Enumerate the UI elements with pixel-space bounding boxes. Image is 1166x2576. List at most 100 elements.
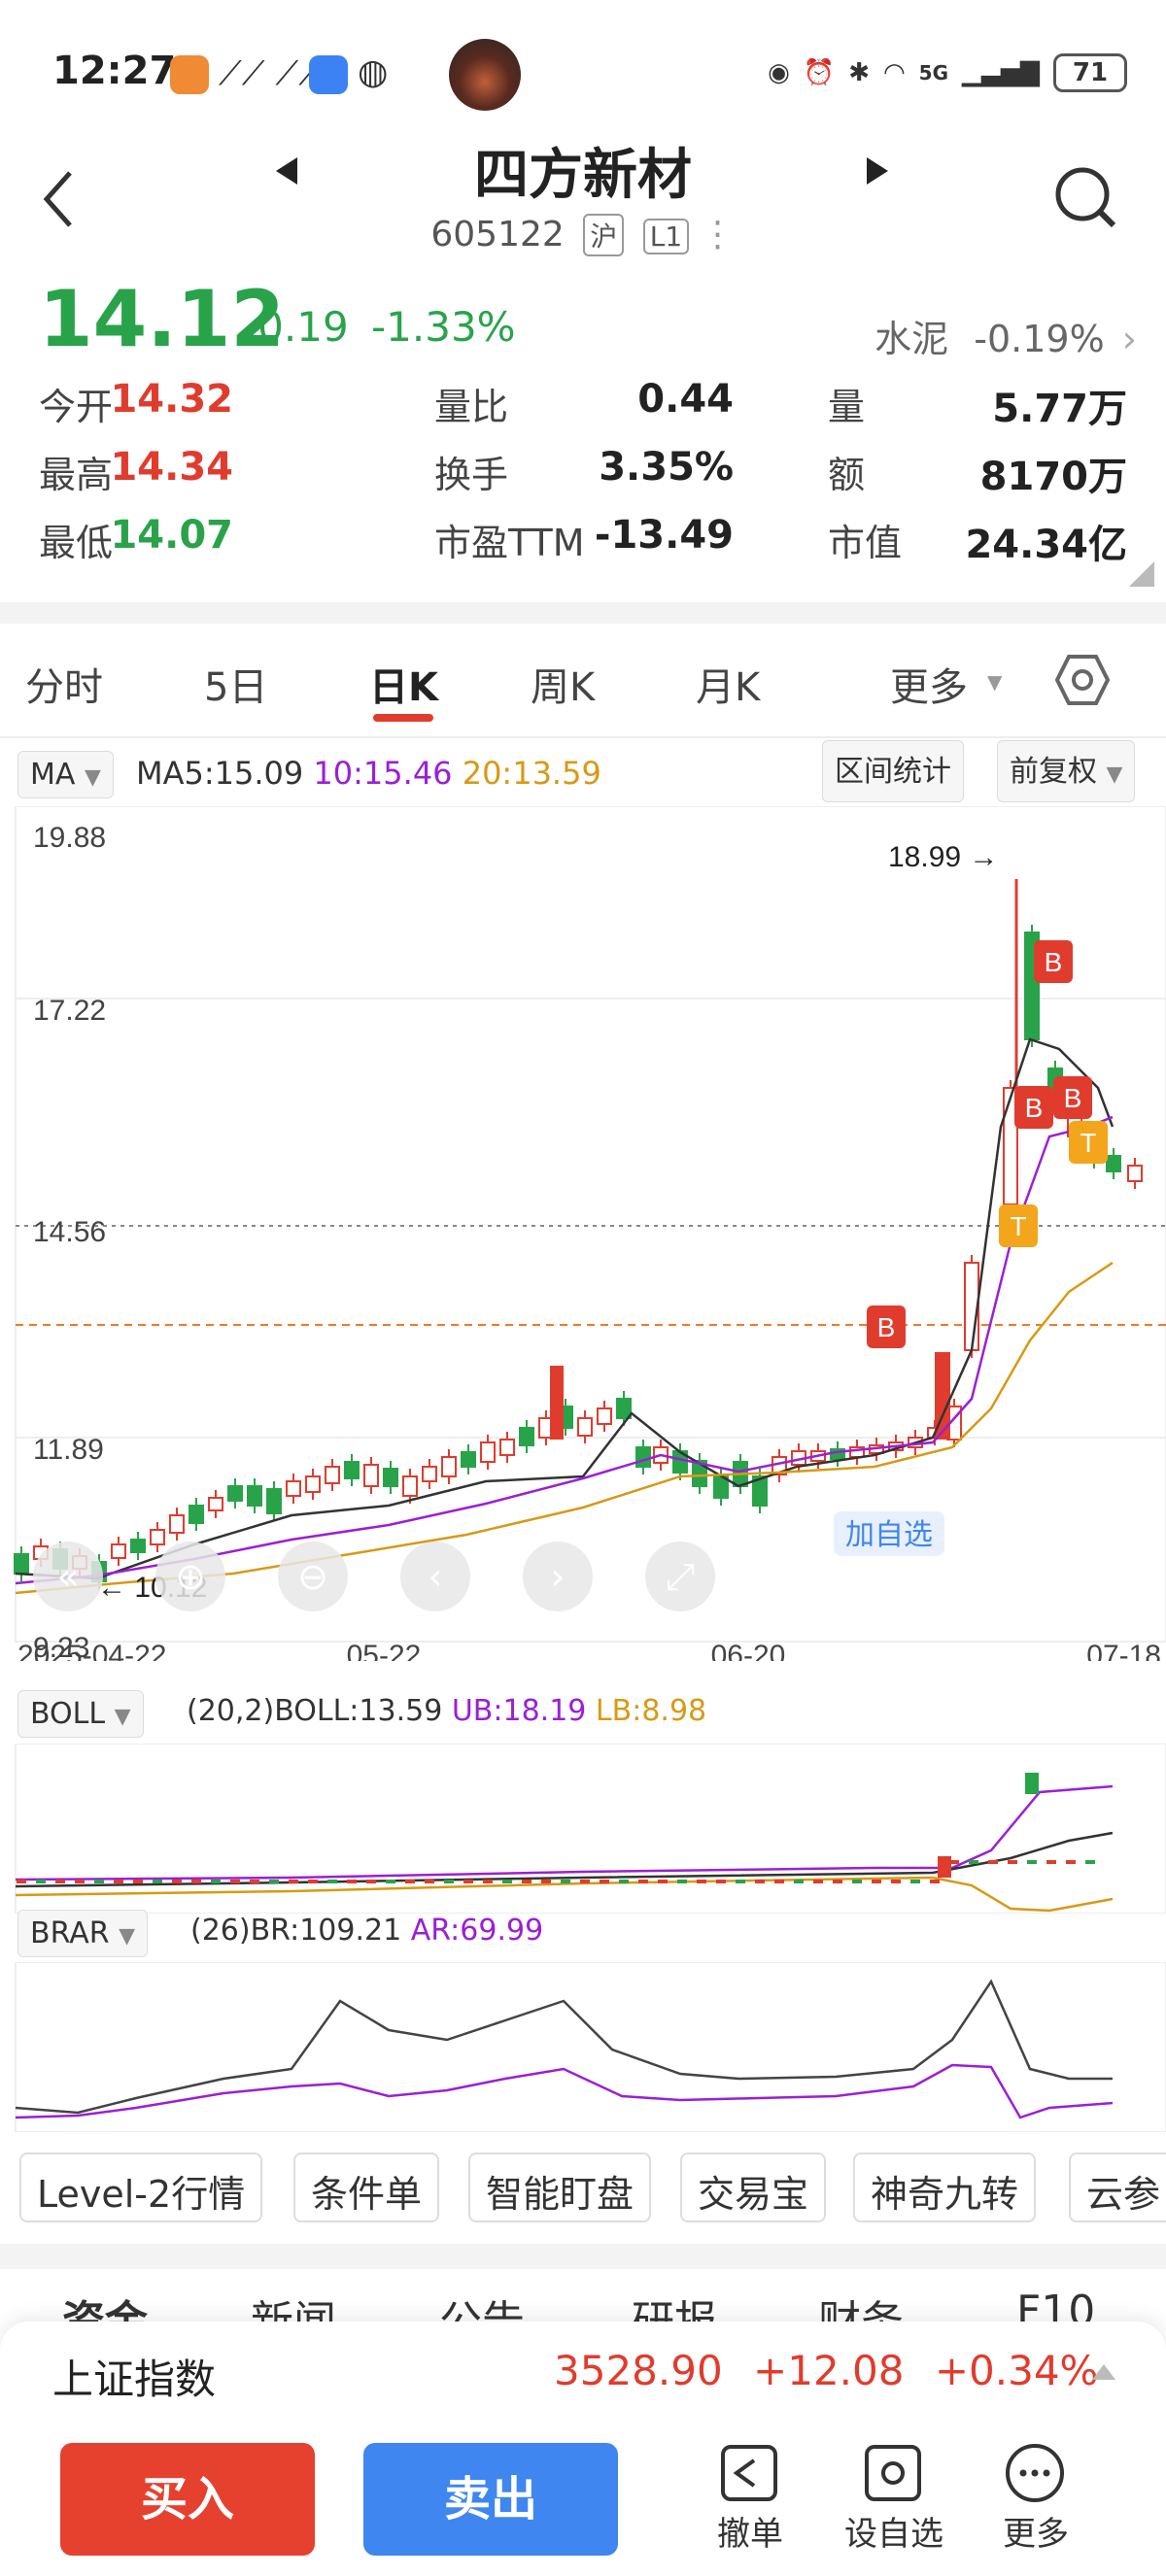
divider [0, 736, 1166, 738]
app-notification-icon [170, 55, 209, 94]
tool-chip[interactable]: 智能盯盘 [468, 2152, 652, 2222]
tab-period[interactable]: 日K [369, 656, 438, 712]
boll-candle [114, 1880, 123, 1883]
candle-body [422, 1466, 437, 1482]
candle-body [519, 1427, 534, 1446]
candle-body [247, 1485, 262, 1507]
boll-candle [872, 1880, 881, 1883]
y-tick-label: 11.89 [33, 1434, 104, 1466]
tool-chip[interactable]: 条件单 [293, 2152, 440, 2222]
candle-body [266, 1488, 282, 1514]
price-change-pct: -1.33% [371, 303, 516, 351]
candle-body [111, 1543, 126, 1559]
tab-period[interactable]: 分时 [25, 656, 103, 712]
stock-code-row: 605122 沪 L1 ⋮ [0, 214, 1166, 256]
wifi-icon: ◠ [882, 58, 906, 87]
sell-button[interactable]: 卖出 [363, 2443, 618, 2556]
candle-body [208, 1497, 223, 1511]
stock-name: 四方新材 [474, 144, 692, 207]
cancel-order-button[interactable]: 撤单 [692, 2443, 808, 2555]
candle-body [1127, 1165, 1143, 1182]
expand-corner-icon[interactable] [1129, 561, 1154, 587]
buy-button[interactable]: 买入 [60, 2443, 315, 2556]
candle-body [597, 1407, 612, 1425]
tab-period[interactable]: 月K [696, 656, 760, 712]
boll-candle [1066, 1860, 1076, 1864]
boll-candle [658, 1880, 668, 1883]
candle-body [499, 1439, 515, 1456]
link-icon: ⟋⟋ ⟋⟋ [219, 54, 323, 93]
y-tick-label: 14.56 [33, 1216, 106, 1248]
chevron-right-icon: › [1121, 318, 1137, 360]
boll-candle [755, 1880, 765, 1883]
more-dots-icon [1006, 2444, 1064, 2502]
boll-candle [1085, 1860, 1095, 1864]
ma20-value: 20:13.59 [462, 755, 601, 792]
tool-chip[interactable]: 云参 [1069, 2152, 1166, 2222]
index-name[interactable]: 上证指数 [52, 2347, 216, 2406]
boll-candle [230, 1880, 240, 1883]
tool-chip[interactable]: 神奇九转 [853, 2152, 1037, 2222]
quote-label: 量 [828, 386, 866, 428]
boll-candle [938, 1856, 951, 1878]
tool-chip[interactable]: 交易宝 [680, 2152, 827, 2222]
boll-candle [347, 1880, 357, 1883]
boll-chart[interactable] [0, 1744, 1166, 1914]
boll-candle [580, 1880, 590, 1883]
boll-candle [1046, 1860, 1056, 1864]
brar-chart[interactable] [0, 1962, 1166, 2132]
chart-control-icon: ‹ [428, 1555, 442, 1598]
divider [0, 602, 1166, 624]
kline-chart[interactable]: 19.8817.2214.5611.899.232025-04-22 05-22 0… [0, 806, 1166, 1661]
quote-label: 市盈TTM [434, 522, 585, 564]
boll-candle [327, 1880, 337, 1883]
boll-candle [17, 1880, 26, 1883]
boll-candle [910, 1880, 920, 1883]
boll-candle [191, 1880, 201, 1883]
alarm-icon: ⏰ [803, 58, 836, 87]
range-stats-button[interactable]: 区间统计 [822, 740, 964, 802]
y-tick-label: 19.88 [33, 822, 106, 854]
index-value: 3528.90 [554, 2347, 723, 2394]
adjust-select[interactable]: 前复权 ▼ [997, 740, 1136, 802]
ma-indicator-select[interactable]: MA ▼ [17, 751, 114, 798]
candle-body [363, 1464, 379, 1487]
trade-marker-label: B [1064, 1083, 1082, 1113]
brar-indicator-select[interactable]: BRAR ▼ [17, 1910, 149, 1957]
chart-settings-button[interactable] [1054, 653, 1111, 711]
tab-period[interactable]: 周K [531, 656, 595, 712]
chart-frame [15, 806, 1166, 1643]
add-watchlist-button[interactable]: 设自选 [836, 2443, 952, 2555]
boll-candle [891, 1880, 901, 1883]
boll-indicator-select[interactable]: BOLL ▼ [17, 1690, 144, 1738]
battery-icon: 71 [1053, 53, 1127, 92]
candle-body [150, 1529, 165, 1545]
boll-candle [463, 1880, 473, 1883]
index-quote: 3528.90 +12.08 +0.34% [554, 2347, 1098, 2394]
boll-candle [1027, 1860, 1037, 1864]
boll-candle [774, 1880, 784, 1883]
expand-up-icon[interactable] [1090, 2362, 1117, 2382]
more-actions-button[interactable]: 更多 [977, 2443, 1094, 2555]
signal-icon: ▁▃▅▇ [962, 58, 1040, 87]
tool-chip[interactable]: Level-2行情 [19, 2152, 263, 2222]
next-stock-button[interactable] [863, 153, 892, 192]
chevron-down-icon: ▼ [987, 670, 1003, 694]
tab-period[interactable]: 5日 [204, 656, 267, 712]
chart-control-icon: « [56, 1555, 79, 1598]
avatar[interactable] [449, 39, 521, 111]
stock-code: 605122 [430, 215, 565, 254]
candle-body [325, 1466, 340, 1484]
boll-candle [386, 1880, 395, 1883]
candle-body [14, 1553, 29, 1575]
boll-lb: LB:8.98 [595, 1694, 707, 1728]
boll-candle [716, 1880, 726, 1883]
more-dots-icon[interactable]: ⋮ [701, 215, 736, 254]
quote-label: 换手 [434, 454, 509, 496]
level-tag: L1 [642, 219, 690, 254]
boll-candle [133, 1880, 143, 1883]
boll-candle [561, 1880, 570, 1883]
quote-label: 最低 [39, 522, 114, 564]
tab-period[interactable]: 更多 [890, 656, 968, 712]
sector-link[interactable]: 水泥 -0.19% › [874, 309, 1137, 362]
